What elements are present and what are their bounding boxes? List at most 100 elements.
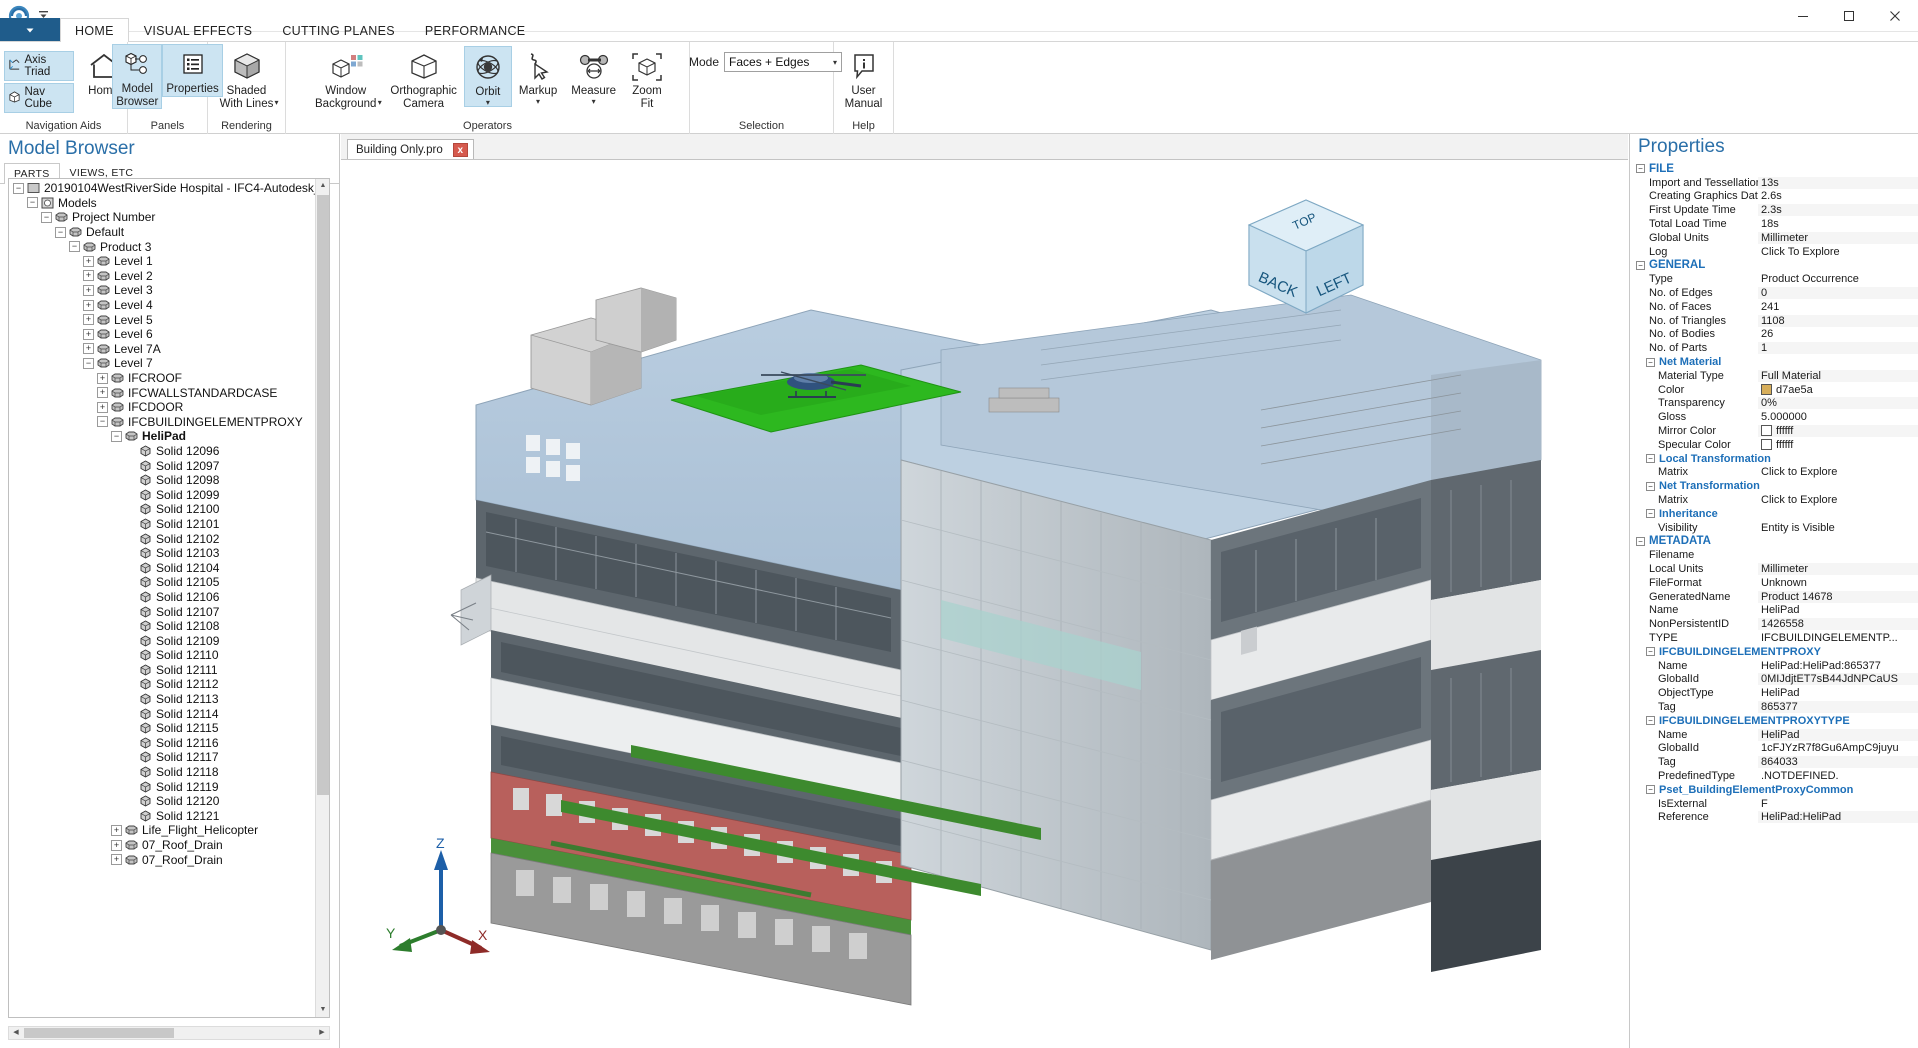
property-value[interactable]: HeliPad — [1758, 729, 1918, 741]
tree-expand-icon[interactable]: + — [111, 840, 122, 851]
property-value[interactable]: d7ae5a — [1758, 384, 1918, 396]
tree-item[interactable]: Solid 12120 — [9, 794, 315, 809]
tree-expand-icon[interactable]: + — [83, 256, 94, 267]
tree-hscroll-thumb[interactable] — [24, 1028, 174, 1038]
scroll-left-button[interactable]: ◀ — [10, 1028, 22, 1038]
tab-performance[interactable]: PERFORMANCE — [410, 18, 541, 42]
zoom-fit-button[interactable]: Zoom Fit — [623, 46, 671, 110]
tree-item[interactable]: Solid 12100 — [9, 502, 315, 517]
tree-item[interactable]: Solid 12110 — [9, 648, 315, 663]
tree-item[interactable]: +Level 5 — [9, 312, 315, 327]
tree-item[interactable]: Solid 12118 — [9, 765, 315, 780]
shaded-dropdown-icon[interactable]: ▾ — [274, 99, 278, 106]
scroll-right-button[interactable]: ▶ — [316, 1028, 328, 1038]
tree-expand-icon[interactable]: + — [83, 329, 94, 340]
property-value[interactable]: Full Material — [1758, 370, 1918, 382]
tree-collapse-icon[interactable]: − — [13, 183, 24, 194]
property-value[interactable]: 1cFJYzR7f8Gu6AmpC9juyu — [1758, 742, 1918, 754]
tree-item[interactable]: +07_Roof_Drain — [9, 838, 315, 853]
property-collapse-icon[interactable]: − — [1646, 716, 1655, 725]
tree-collapse-icon[interactable]: − — [69, 241, 80, 252]
tree-scroll-thumb[interactable] — [317, 195, 329, 795]
property-value[interactable]: 864033 — [1758, 756, 1918, 768]
property-value[interactable]: Millimeter — [1758, 232, 1918, 244]
tree-expand-icon[interactable]: + — [83, 300, 94, 311]
property-value[interactable]: 26 — [1758, 328, 1918, 340]
tree-item[interactable]: −Default — [9, 225, 315, 240]
tree-item[interactable]: Solid 12109 — [9, 633, 315, 648]
property-value[interactable]: Product Occurrence — [1758, 273, 1918, 285]
tree-item[interactable]: Solid 12119 — [9, 779, 315, 794]
color-swatch[interactable] — [1761, 425, 1772, 436]
tree-item[interactable]: Solid 12104 — [9, 560, 315, 575]
property-value[interactable]: HeliPad:HeliPad:865377 — [1758, 660, 1918, 672]
tree-item[interactable]: Solid 12111 — [9, 663, 315, 678]
property-value[interactable]: Millimeter — [1758, 563, 1918, 575]
shaded-with-lines-button[interactable]: Shaded With Lines ▾ — [212, 46, 282, 117]
property-value[interactable]: Click To Explore — [1758, 246, 1918, 258]
tree-item[interactable]: Solid 12108 — [9, 619, 315, 634]
property-collapse-icon[interactable]: − — [1646, 785, 1655, 794]
axis-triad-button[interactable]: Axis Triad — [4, 51, 74, 81]
property-value[interactable]: IFCBUILDINGELEMENTP... — [1758, 632, 1918, 644]
tree-item[interactable]: +Level 3 — [9, 283, 315, 298]
tree-item[interactable]: Solid 12097 — [9, 458, 315, 473]
tree-item[interactable]: Solid 12101 — [9, 517, 315, 532]
color-swatch[interactable] — [1761, 439, 1772, 450]
tree-item[interactable]: Solid 12117 — [9, 750, 315, 765]
model-browser-button[interactable]: Model Browser — [112, 44, 162, 109]
property-value[interactable]: 2.6s — [1758, 190, 1918, 202]
selection-mode-select[interactable]: Faces + Edges ▾ — [724, 52, 842, 72]
tree-item[interactable]: Solid 12115 — [9, 721, 315, 736]
property-value[interactable]: Click to Explore — [1758, 466, 1918, 478]
tab-cutting-planes[interactable]: CUTTING PLANES — [267, 18, 410, 42]
property-value[interactable]: Click to Explore — [1758, 494, 1918, 506]
tree-item[interactable]: Solid 12107 — [9, 604, 315, 619]
ribbon-file-menu-button[interactable] — [0, 18, 60, 42]
tree-item[interactable]: −Models — [9, 196, 315, 211]
tree-expand-icon[interactable]: + — [111, 854, 122, 865]
3d-viewport[interactable]: TOP BACK LEFT Z X Y — [341, 160, 1628, 1048]
property-value[interactable]: 5.000000 — [1758, 411, 1918, 423]
tree-item[interactable]: +Level 2 — [9, 269, 315, 284]
property-collapse-icon[interactable]: − — [1646, 358, 1655, 367]
tree-item[interactable]: +07_Roof_Drain — [9, 852, 315, 867]
nav-cube-button[interactable]: Nav Cube — [4, 83, 74, 113]
property-value[interactable]: 1426558 — [1758, 618, 1918, 630]
tree-item[interactable]: −Project Number — [9, 210, 315, 225]
measure-button[interactable]: Measure ▾ — [564, 46, 623, 105]
scroll-up-button[interactable]: ▲ — [316, 179, 330, 193]
tree-item[interactable]: Solid 12116 — [9, 736, 315, 751]
tree-expand-icon[interactable]: + — [111, 825, 122, 836]
tree-collapse-icon[interactable]: − — [41, 212, 52, 223]
property-value[interactable]: 0% — [1758, 397, 1918, 409]
property-value[interactable]: 0MIJdjtET7sB44JdNPCaUS — [1758, 673, 1918, 685]
tree-item[interactable]: Solid 12113 — [9, 692, 315, 707]
tree-item[interactable]: −Level 7 — [9, 356, 315, 371]
document-tab-close-icon[interactable]: x — [453, 143, 468, 157]
orthographic-camera-button[interactable]: Orthographic Camera — [383, 46, 463, 110]
tree-item[interactable]: −IFCBUILDINGELEMENTPROXY — [9, 415, 315, 430]
property-value[interactable]: 2.3s — [1758, 204, 1918, 216]
property-value[interactable]: ffffff — [1758, 425, 1918, 437]
property-value[interactable]: F — [1758, 798, 1918, 810]
property-collapse-icon[interactable]: − — [1646, 647, 1655, 656]
tab-visual-effects[interactable]: VISUAL EFFECTS — [129, 18, 268, 42]
markup-button[interactable]: Markup ▾ — [512, 46, 564, 105]
tree-item[interactable]: Solid 12103 — [9, 546, 315, 561]
tree-expand-icon[interactable]: + — [83, 270, 94, 281]
property-value[interactable]: HeliPad — [1758, 604, 1918, 616]
tree-item[interactable]: +Level 6 — [9, 327, 315, 342]
window-background-button[interactable]: Window Background ▾ — [308, 46, 383, 117]
property-collapse-icon[interactable]: − — [1636, 537, 1645, 546]
scroll-down-button[interactable]: ▼ — [316, 1003, 330, 1017]
property-collapse-icon[interactable]: − — [1646, 482, 1655, 491]
property-value[interactable]: 13s — [1758, 177, 1918, 189]
orbit-button[interactable]: Orbit ▾ — [464, 46, 512, 107]
tree-item[interactable]: Solid 12105 — [9, 575, 315, 590]
property-value[interactable]: Unknown — [1758, 577, 1918, 589]
tree-item[interactable]: −20190104WestRiverSide Hospital - IFC4-A… — [9, 181, 315, 196]
tree-item[interactable]: Solid 12114 — [9, 706, 315, 721]
tree-expand-icon[interactable]: + — [83, 343, 94, 354]
tree-expand-icon[interactable]: + — [83, 314, 94, 325]
